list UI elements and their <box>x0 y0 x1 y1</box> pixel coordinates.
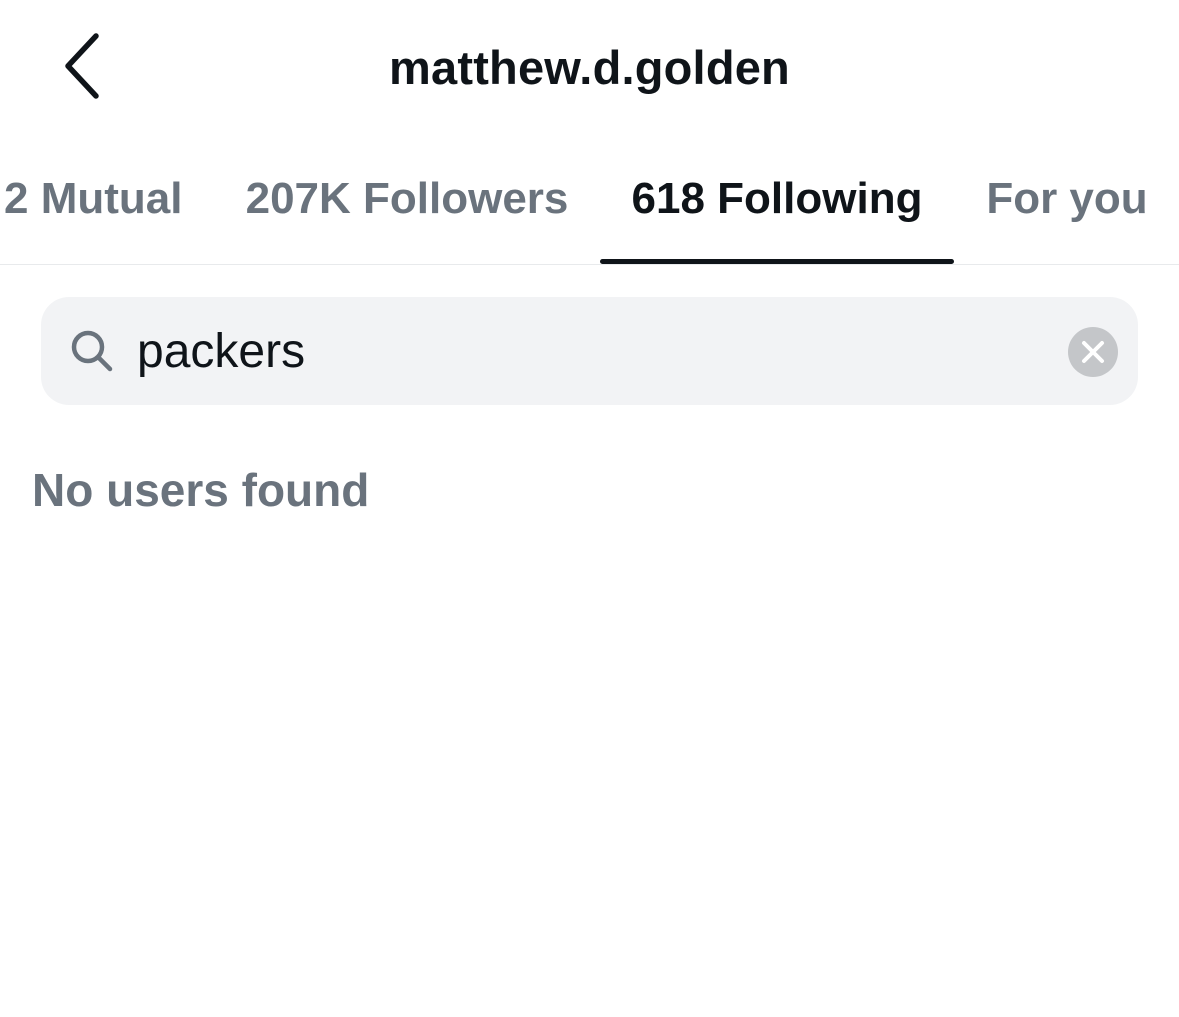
search-input[interactable] <box>137 315 1037 387</box>
tab-followers[interactable]: 207K Followers <box>232 140 582 264</box>
search-bar <box>41 297 1138 405</box>
tab-label: 618 Following <box>631 174 923 223</box>
search-icon <box>69 328 115 374</box>
tab-following[interactable]: 618 Following <box>600 140 954 264</box>
empty-results-message: No users found <box>32 464 370 516</box>
top-bar: matthew.d.golden <box>0 0 1179 130</box>
tab-label: For you <box>986 174 1148 223</box>
tab-label: 2 Mutual <box>4 174 183 223</box>
page-title: matthew.d.golden <box>389 41 790 94</box>
clear-icon <box>1082 341 1104 363</box>
active-tab-indicator <box>600 259 954 264</box>
tab-mutual[interactable]: 2 Mutual <box>0 140 185 264</box>
tab-label: 207K Followers <box>245 174 569 223</box>
clear-search-button[interactable] <box>1068 327 1118 377</box>
tab-bar: 2 Mutual 207K Followers 618 Following Fo… <box>0 140 1179 265</box>
tab-for-you[interactable]: For you <box>972 140 1162 264</box>
